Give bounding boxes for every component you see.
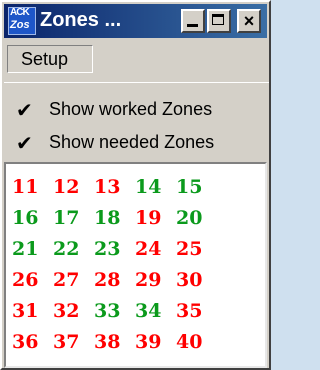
zone-cell: 24 xyxy=(135,238,162,260)
zone-cell: 23 xyxy=(94,238,121,260)
zone-cell: 14 xyxy=(135,176,162,198)
zone-cell: 22 xyxy=(53,238,80,260)
zone-row: 31 32 33 34 35 xyxy=(12,296,217,327)
zone-cell: 11 xyxy=(12,176,39,198)
maximize-icon xyxy=(212,14,224,25)
zone-cell: 12 xyxy=(53,176,80,198)
menu-item-label: Show worked Zones xyxy=(49,99,213,119)
zone-row: 21 22 23 24 25 xyxy=(12,234,217,265)
zone-cell: 34 xyxy=(135,300,162,322)
zone-cell: 31 xyxy=(12,300,39,322)
zone-cell: 16 xyxy=(12,207,39,229)
menu-setup[interactable]: Setup xyxy=(7,45,93,73)
window-title: Zones ... xyxy=(40,9,122,31)
setup-dropdown-menu: ✔ Show worked Zones ✔ Show needed Zones xyxy=(4,82,269,162)
zone-row: 11 12 13 14 15 xyxy=(12,172,217,203)
minimize-button[interactable] xyxy=(181,9,205,33)
zone-grid-panel: 11 12 13 14 15 16 17 18 19 20 21 22 23 24 25 26 27 28 29 30… xyxy=(4,162,267,368)
zone-cell: 38 xyxy=(94,331,121,353)
zone-cell: 30 xyxy=(176,269,203,291)
zone-cell: 18 xyxy=(94,207,121,229)
zone-cell: 36 xyxy=(12,331,39,353)
zone-cell: 35 xyxy=(176,300,203,322)
zone-cell: 33 xyxy=(94,300,121,322)
zone-cell: 17 xyxy=(53,207,80,229)
menu-item-label: Show needed Zones xyxy=(49,132,215,152)
zone-cell: 27 xyxy=(53,269,80,291)
zone-cell: 20 xyxy=(176,207,203,229)
zone-row: 26 27 28 29 30 xyxy=(12,265,217,296)
maximize-button[interactable] xyxy=(207,9,231,33)
zone-grid: 11 12 13 14 15 16 17 18 19 20 21 22 23 24 25 26 27 28 29 30… xyxy=(12,172,217,358)
app-icon[interactable]: ACK Zos xyxy=(8,7,36,35)
zone-cell: 15 xyxy=(176,176,203,198)
zone-row: 36 37 38 39 40 xyxy=(12,327,217,358)
menu-item-show-worked-zones[interactable]: ✔ Show worked Zones xyxy=(4,94,267,128)
zone-row: 16 17 18 19 20 xyxy=(12,203,217,234)
checkmark-icon: ✔ xyxy=(16,133,33,155)
zone-cell: 19 xyxy=(135,207,162,229)
zone-cell: 32 xyxy=(53,300,80,322)
close-icon: × xyxy=(243,11,255,31)
zone-cell: 40 xyxy=(176,331,203,353)
zone-cell: 39 xyxy=(135,331,162,353)
zone-cell: 13 xyxy=(94,176,121,198)
title-bar[interactable]: ACK Zos Zones ... × xyxy=(4,4,267,38)
menu-item-show-needed-zones[interactable]: ✔ Show needed Zones xyxy=(4,127,267,161)
zone-cell: 29 xyxy=(135,269,162,291)
zone-cell: 26 xyxy=(12,269,39,291)
minimize-icon xyxy=(187,24,198,27)
zone-cell: 28 xyxy=(94,269,121,291)
menu-bar: Setup xyxy=(4,40,267,80)
app-icon-bottom-text: Zos xyxy=(10,19,30,31)
zone-cell: 37 xyxy=(53,331,80,353)
zone-cell: 21 xyxy=(12,238,39,260)
close-button[interactable]: × xyxy=(237,9,261,33)
app-icon-top-text: ACK xyxy=(10,7,30,18)
checkmark-icon: ✔ xyxy=(16,100,33,122)
zone-cell: 25 xyxy=(176,238,203,260)
zones-window: ACK Zos Zones ... × Setup ✔ Show worked … xyxy=(0,0,271,370)
